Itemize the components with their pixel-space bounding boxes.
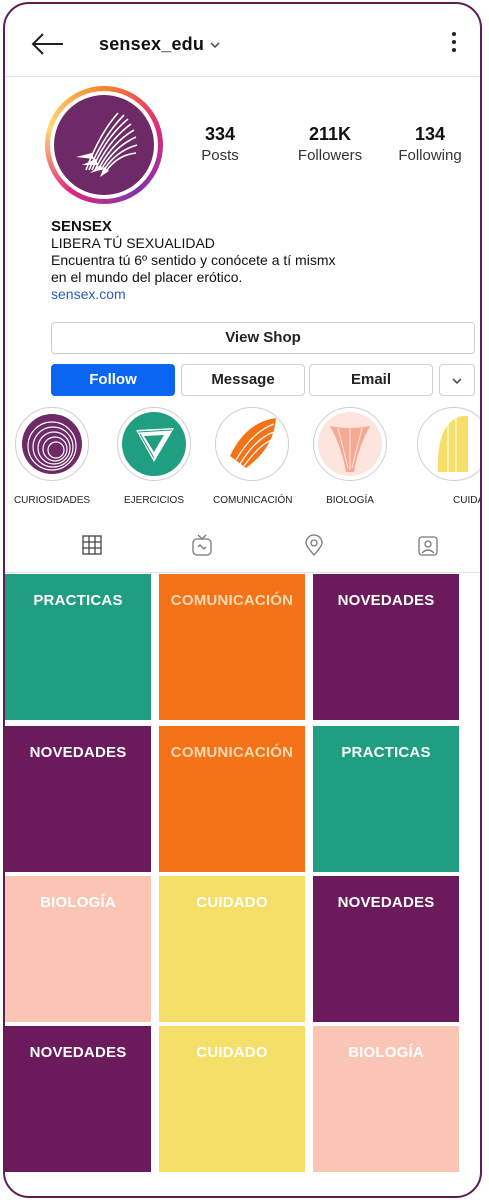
post-tile[interactable]: COMUNICACIÓN [159,726,305,872]
highlight-ejercicios[interactable]: EJERCICIOS [115,407,193,506]
post-title: COMUNICACIÓN [170,592,294,609]
post-tile[interactable]: NOVEDADES [5,726,151,872]
post-tile[interactable]: NOVEDADES [313,574,459,720]
highlight-comunicacion[interactable]: COMUNICACIÓN [213,407,293,506]
highlight-label: COMUNICACIÓN [213,495,293,506]
post-title: PRACTICAS [33,592,123,609]
highlight-cover [313,407,387,481]
post-tile[interactable]: NOVEDADES [313,876,459,1022]
bio-line: LIBERA TÚ SEXUALIDAD [51,235,215,251]
highlight-label: EJERCICIOS [123,495,184,506]
highlight-biologia[interactable]: BIOLOGÍA [311,407,389,506]
profile-name: SENSEX [51,218,112,235]
location-icon[interactable] [303,534,325,556]
chevron-down-icon [452,378,462,385]
highlight-curiosidades[interactable]: CURIOSIDADES [13,407,91,506]
post-tile[interactable]: CUIDADO [159,1026,305,1172]
post-tile[interactable]: COMUNICACIÓN [159,574,305,720]
post-tile[interactable]: CUIDADO [159,876,305,1022]
highlight-cover [417,407,480,481]
post-title: NOVEDADES [337,894,435,911]
post-tile[interactable]: PRACTICAS [313,726,459,872]
post-tile[interactable]: PRACTICAS [5,574,151,720]
post-tile[interactable]: BIOLOGÍA [5,876,151,1022]
highlight-label: BIOLOGÍA [326,495,374,506]
highlight-cover [15,407,89,481]
stat-following[interactable]: 134 Following [385,124,475,164]
highlight-cuidado[interactable]: CUIDA [409,407,482,506]
spiral-icon [22,414,82,474]
phone-frame: sensex_edu 334 Posts 211K Followers 134 … [3,2,482,1198]
bio-line: Encuentra tú 6º sentido y conócete a tí … [51,252,336,268]
bio-line: en el mundo del placer erótico. [51,269,243,285]
chevron-down-icon[interactable] [209,39,221,51]
highlight-cover [117,407,191,481]
post-title: CUIDADO [196,1044,268,1061]
post-title: PRACTICAS [341,744,431,761]
brand-logo-icon [54,95,154,195]
profile-username[interactable]: sensex_edu [99,34,204,55]
post-title: NOVEDADES [29,744,127,761]
post-title: CUIDADO [196,894,268,911]
more-options-icon[interactable] [450,30,458,54]
followers-count: 211K [308,124,352,144]
posts-count: 334 [204,124,236,144]
posts-label: Posts [201,147,239,164]
grid-icon[interactable] [81,534,103,556]
highlight-label: CURIOSIDADES [13,495,91,506]
petal-icon [318,412,382,476]
post-tile[interactable]: BIOLOGÍA [313,1026,459,1172]
highlight-label: CUIDA [453,495,482,506]
message-button[interactable]: Message [181,364,305,396]
stat-posts[interactable]: 334 Posts [175,124,265,164]
view-shop-button[interactable]: View Shop [51,322,475,354]
post-title: NOVEDADES [337,592,435,609]
following-count: 134 [414,124,446,144]
tagged-icon[interactable] [417,534,439,556]
post-title: BIOLOGÍA [348,1044,424,1061]
post-title: NOVEDADES [29,1044,127,1061]
post-title: BIOLOGÍA [40,894,116,911]
post-title: COMUNICACIÓN [170,744,294,761]
triangle-icon [122,412,186,476]
arch-icon [422,412,480,476]
igtv-icon[interactable] [191,534,213,556]
following-label: Following [398,147,462,164]
fan-icon [220,412,284,476]
profile-website-link[interactable]: sensex.com [51,286,335,303]
suggestions-dropdown-button[interactable] [439,364,475,396]
followers-label: Followers [297,147,363,164]
email-button[interactable]: Email [309,364,433,396]
profile-bio: SENSEX LIBERA TÚ SEXUALIDAD Encuentra tú… [51,218,335,303]
profile-tabs [5,524,480,573]
highlight-cover [215,407,289,481]
back-arrow-icon[interactable] [31,30,65,58]
post-tile[interactable]: NOVEDADES [5,1026,151,1172]
follow-button[interactable]: Follow [51,364,175,396]
avatar[interactable] [45,86,163,204]
top-bar: sensex_edu [5,4,480,77]
stat-followers[interactable]: 211K Followers [285,124,375,164]
